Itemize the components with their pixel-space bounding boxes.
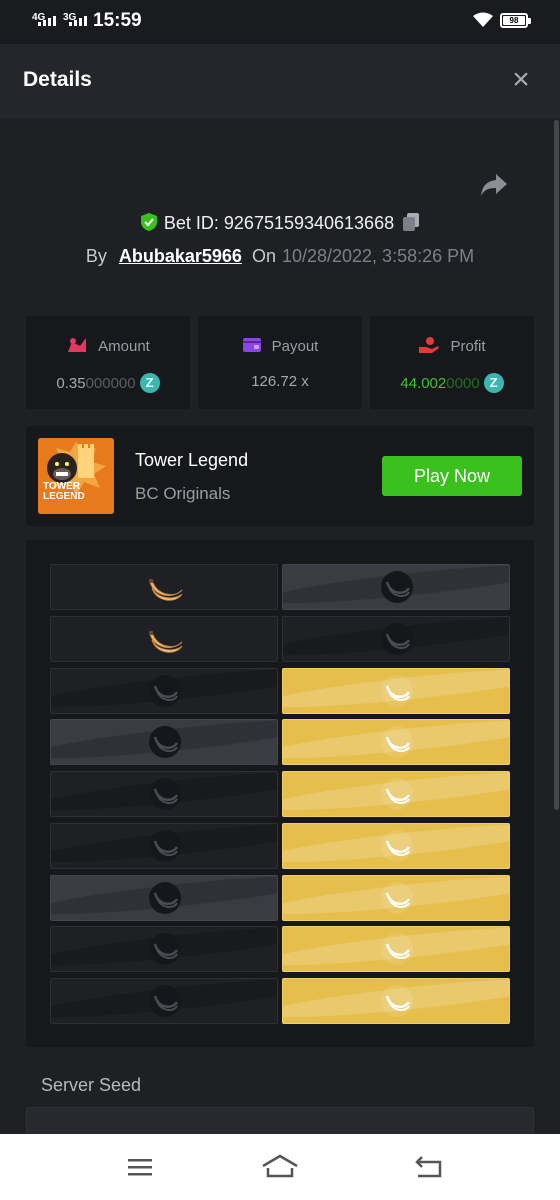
copy-icon[interactable] bbox=[402, 212, 420, 232]
payout-value: 126.72 x bbox=[251, 373, 309, 390]
verified-shield-icon bbox=[140, 213, 157, 231]
tile-r6-c1[interactable] bbox=[50, 822, 278, 869]
banana-outline-icon bbox=[149, 933, 181, 966]
banana-outline-icon bbox=[149, 674, 181, 707]
payout-card: Payout 126.72 x bbox=[198, 316, 362, 409]
tile-r9-c2[interactable] bbox=[282, 978, 510, 1024]
banana-icon bbox=[149, 630, 183, 653]
bet-id: Bet ID: 92675159340613668 bbox=[163, 213, 395, 233]
currency-coin-icon bbox=[483, 373, 504, 393]
game-thumbnail[interactable]: TOWER LEGEND bbox=[38, 438, 114, 514]
tile-r1-c1[interactable] bbox=[50, 564, 278, 610]
profit-value-decimals: 0000 bbox=[446, 375, 480, 392]
banana-outline-icon bbox=[381, 881, 413, 914]
banana-outline-icon bbox=[381, 829, 413, 862]
banana-outline-icon bbox=[149, 881, 181, 914]
tile-r4-c2[interactable] bbox=[282, 719, 510, 766]
bet-date: 10/28/2022, 3:58:26 PM bbox=[281, 246, 475, 266]
banana-outline-icon bbox=[381, 622, 413, 655]
tile-r6-c2[interactable] bbox=[282, 822, 510, 869]
tile-r9-c1[interactable] bbox=[50, 978, 278, 1024]
tower-board bbox=[26, 540, 534, 1047]
tile-r5-c1[interactable] bbox=[50, 771, 278, 817]
gorilla-tower-art-icon bbox=[38, 438, 114, 514]
profit-label: Profit bbox=[450, 338, 486, 355]
tile-r3-c2[interactable] bbox=[282, 667, 510, 714]
profit-value: 44.002 bbox=[400, 375, 447, 392]
play-now-button[interactable]: Play Now bbox=[382, 456, 522, 496]
tile-r4-c1[interactable] bbox=[50, 719, 278, 766]
wifi-icon bbox=[473, 12, 493, 27]
banana-outline-icon bbox=[381, 674, 413, 707]
tile-r5-c2[interactable] bbox=[282, 771, 510, 817]
details-header: Details bbox=[0, 44, 560, 119]
banana-outline-icon bbox=[381, 778, 413, 810]
battery-level: 98 bbox=[503, 16, 525, 25]
banana-outline-icon bbox=[381, 571, 413, 603]
tile-r2-c2[interactable] bbox=[282, 615, 510, 662]
amount-value: 0.35 bbox=[56, 375, 86, 392]
profit-card: Profit 44.0020000 bbox=[370, 316, 534, 409]
tile-r7-c1[interactable] bbox=[50, 874, 278, 921]
close-button[interactable]: × bbox=[506, 65, 536, 96]
on-label: On bbox=[251, 246, 276, 266]
tile-r3-c1[interactable] bbox=[50, 667, 278, 714]
payout-label: Payout bbox=[271, 338, 319, 355]
back-icon[interactable] bbox=[408, 1152, 448, 1182]
game-card: TOWER LEGEND Tower Legend BC Originals P… bbox=[26, 426, 534, 526]
page-title: Details bbox=[23, 68, 92, 91]
game-name: Tower Legend bbox=[135, 450, 249, 470]
system-nav-bar bbox=[0, 1134, 560, 1200]
signal-icon-1 bbox=[38, 16, 56, 26]
banana-outline-icon bbox=[381, 985, 413, 1017]
amount-card: Amount 0.35000000 bbox=[26, 316, 190, 409]
banana-outline-icon bbox=[381, 933, 413, 966]
banana-outline-icon bbox=[149, 726, 181, 759]
username-link[interactable]: Abubakar5966 bbox=[119, 246, 242, 266]
banana-outline-icon bbox=[149, 829, 181, 862]
share-icon[interactable] bbox=[479, 172, 509, 198]
wallet-icon bbox=[242, 338, 261, 352]
server-seed-label: Server Seed bbox=[41, 1075, 142, 1095]
tile-r8-c2[interactable] bbox=[282, 926, 510, 973]
home-icon[interactable] bbox=[260, 1152, 300, 1182]
amount-label: Amount bbox=[98, 338, 150, 355]
bet-author-row: By Abubakar5966 On 10/28/2022, 3:58:26 PM bbox=[0, 246, 560, 267]
clock: 15:59 bbox=[93, 10, 142, 31]
menu-icon[interactable] bbox=[120, 1152, 160, 1182]
amount-icon bbox=[68, 338, 87, 352]
currency-coin-icon bbox=[139, 373, 160, 393]
banana-outline-icon bbox=[149, 985, 181, 1017]
banana-icon bbox=[149, 579, 183, 601]
amount-value-decimals: 000000 bbox=[85, 375, 136, 392]
status-bar: 4G 3G 15:59 98 bbox=[0, 0, 560, 44]
tile-r2-c1[interactable] bbox=[50, 615, 278, 662]
tile-r7-c2[interactable] bbox=[282, 874, 510, 921]
tile-r1-c2[interactable] bbox=[282, 564, 510, 610]
battery-icon: 98 bbox=[500, 13, 531, 28]
game-provider: BC Originals bbox=[135, 484, 231, 503]
game-thumb-title: TOWER LEGEND bbox=[43, 481, 85, 502]
banana-outline-icon bbox=[149, 778, 181, 810]
banana-outline-icon bbox=[381, 726, 413, 759]
profit-hand-icon bbox=[419, 337, 440, 353]
bet-id-row: Bet ID: 92675159340613668 bbox=[0, 212, 560, 234]
signal-icon-2 bbox=[69, 16, 87, 26]
tile-r8-c1[interactable] bbox=[50, 926, 278, 973]
by-label: By bbox=[85, 246, 107, 266]
